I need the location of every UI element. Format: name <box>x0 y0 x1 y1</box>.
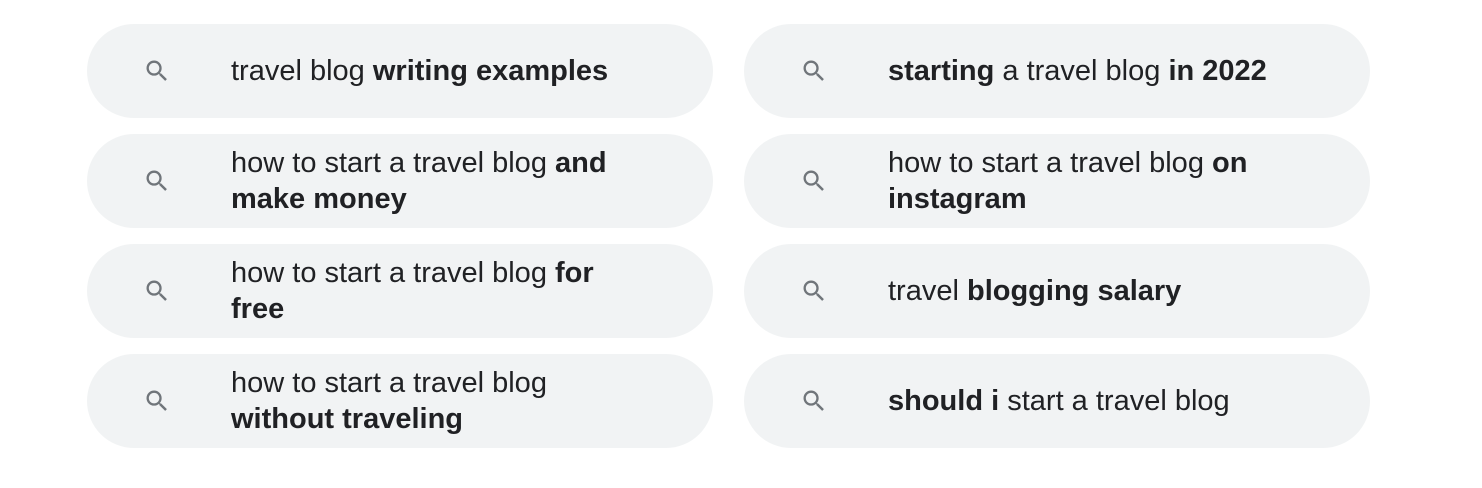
related-search-chip[interactable]: how to start a travel blog without trave… <box>87 354 713 448</box>
query-highlight: writing examples <box>372 55 609 87</box>
query-text: how to start a travel blog <box>231 367 547 399</box>
related-search-label: travel blogging salary <box>888 273 1181 309</box>
related-search-chip[interactable]: how to start a travel blog on instagram <box>744 134 1370 228</box>
query-highlight: without traveling <box>231 403 463 435</box>
related-searches-grid: travel blog writing examples starting a … <box>87 24 1370 448</box>
query-highlight: blogging salary <box>966 275 1182 307</box>
search-icon <box>143 57 171 85</box>
related-search-chip[interactable]: how to start a travel blog and make mone… <box>87 134 713 228</box>
related-search-label: how to start a travel blog on instagram <box>888 145 1308 217</box>
related-search-label: how to start a travel blog and make mone… <box>231 145 651 217</box>
related-search-label: how to start a travel blog without trave… <box>231 365 651 437</box>
related-search-label: should i start a travel blog <box>888 383 1230 419</box>
search-icon <box>800 57 828 85</box>
query-text: travel <box>888 275 967 307</box>
related-search-label: starting a travel blog in 2022 <box>888 53 1267 89</box>
query-highlight: should i <box>888 385 1000 417</box>
query-text: start a travel blog <box>999 385 1230 417</box>
query-highlight: starting <box>888 55 995 87</box>
related-search-label: how to start a travel blog for free <box>231 255 651 327</box>
query-text: how to start a travel blog <box>888 147 1212 179</box>
search-icon <box>800 277 828 305</box>
related-search-chip[interactable]: travel blog writing examples <box>87 24 713 118</box>
related-search-chip[interactable]: how to start a travel blog for free <box>87 244 713 338</box>
related-search-label: travel blog writing examples <box>231 53 608 89</box>
query-text: a travel blog <box>994 55 1169 87</box>
related-search-chip[interactable]: starting a travel blog in 2022 <box>744 24 1370 118</box>
search-icon <box>143 277 171 305</box>
search-icon <box>800 167 828 195</box>
related-search-chip[interactable]: should i start a travel blog <box>744 354 1370 448</box>
search-icon <box>143 387 171 415</box>
query-text: how to start a travel blog <box>231 147 555 179</box>
query-text: travel blog <box>231 55 373 87</box>
query-text: how to start a travel blog <box>231 257 555 289</box>
search-icon <box>143 167 171 195</box>
related-search-chip[interactable]: travel blogging salary <box>744 244 1370 338</box>
query-highlight: in 2022 <box>1168 55 1267 87</box>
search-icon <box>800 387 828 415</box>
